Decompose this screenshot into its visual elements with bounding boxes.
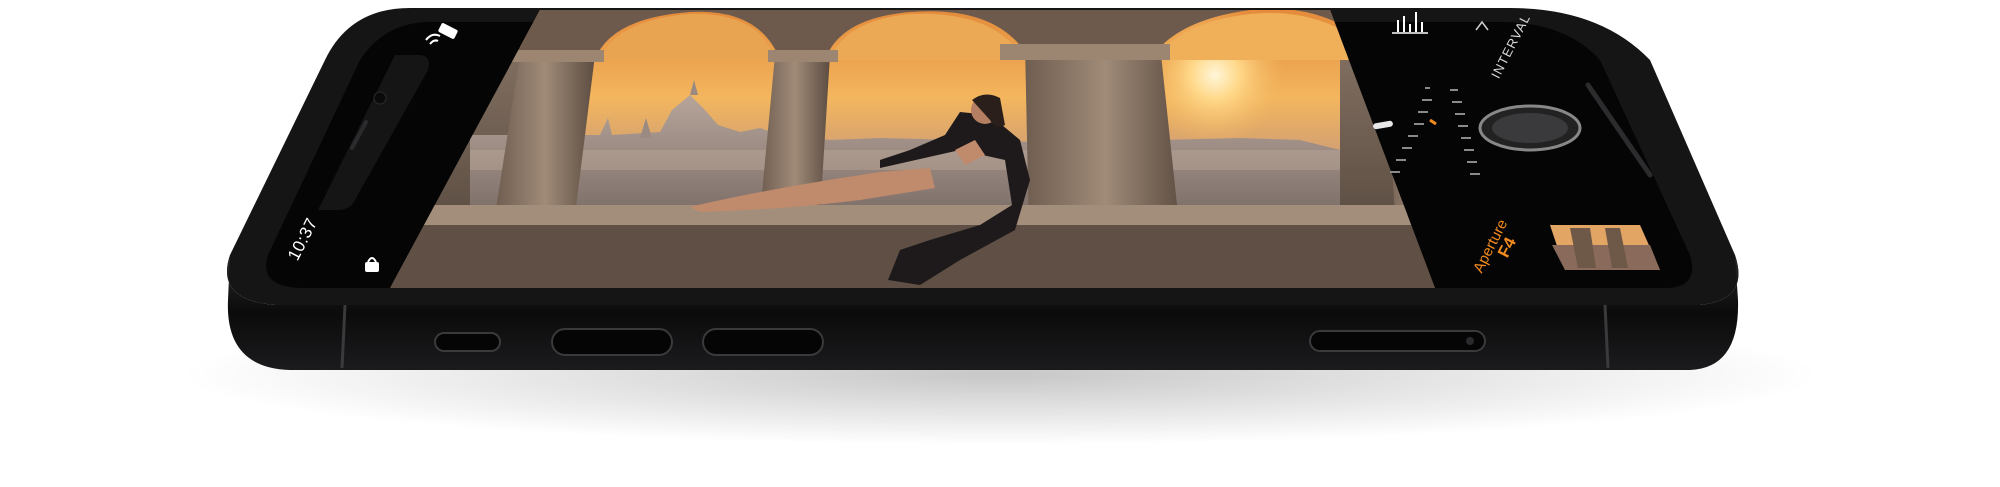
sim-eject-hole [1466,337,1474,345]
ledge-top [405,205,1435,225]
viewfinder-photo [390,10,1435,288]
front-camera [373,91,387,105]
mute-switch [434,332,501,352]
volume-up-button [551,328,673,356]
sim-tray [1309,330,1486,352]
volume-down-button [702,328,824,356]
product-render: 10:37 INTERVAL Aperture F4 [0,0,2000,487]
